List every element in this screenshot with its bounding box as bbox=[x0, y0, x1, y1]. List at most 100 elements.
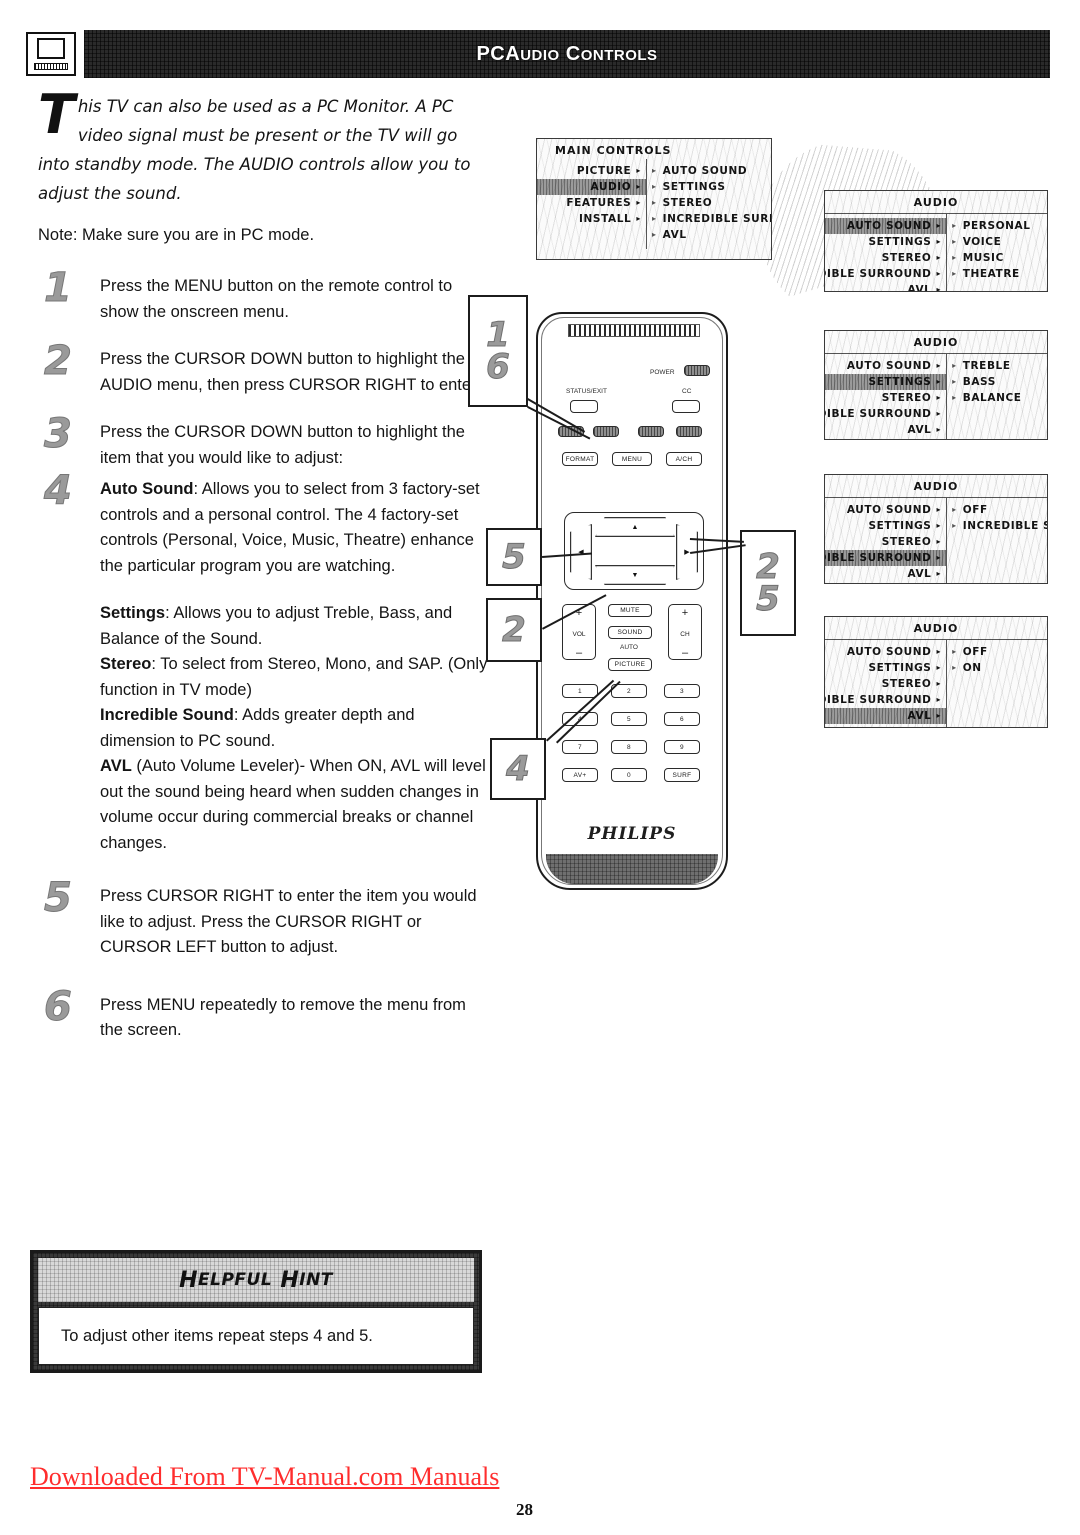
chevron-right-icon: ▸ bbox=[936, 221, 942, 230]
osd-menu-item[interactable]: INCREDIBLE SURROUND ▸ bbox=[825, 406, 946, 422]
osd-menu-item-selected[interactable]: AUTO SOUND ▸ bbox=[825, 218, 946, 234]
step-text: Press the CURSOR DOWN button to highligh… bbox=[100, 423, 465, 467]
key-6-button[interactable]: 6 bbox=[664, 712, 700, 726]
intro-text: his TV can also be used as a PC Monitor.… bbox=[38, 97, 471, 203]
osd-item-label: STEREO bbox=[881, 536, 932, 548]
osd-menu-item[interactable]: AUTO SOUND ▸ bbox=[825, 358, 946, 374]
step-number: 3 bbox=[44, 411, 73, 457]
feature-button-4[interactable] bbox=[676, 426, 702, 437]
osd-submenu-item[interactable]: ▸ AUTO SOUND bbox=[647, 163, 771, 179]
osd-menu-item-selected[interactable]: AVL ▸ bbox=[825, 708, 946, 724]
cc-button[interactable] bbox=[672, 400, 700, 413]
osd-menu-item[interactable]: AUTO SOUND ▸ bbox=[825, 502, 946, 518]
osd-audio-avl: AUDIO AUTO SOUND ▸ SETTINGS ▸ STEREO ▸ INCR… bbox=[824, 616, 1048, 728]
step-text: Press the CURSOR DOWN button to highligh… bbox=[100, 350, 481, 394]
definition-term: AVL bbox=[100, 757, 132, 775]
osd-submenu-item[interactable]: ▸ MUSIC bbox=[947, 250, 1047, 266]
volume-rocker[interactable]: + VOL – bbox=[562, 604, 596, 660]
key-5-button[interactable]: 5 bbox=[611, 712, 647, 726]
osd-menu-item[interactable]: STEREO ▸ bbox=[825, 390, 946, 406]
osd-submenu-item[interactable]: ▸ ON bbox=[947, 660, 1047, 676]
callout-digit: 5 bbox=[756, 579, 781, 619]
step-text: Auto Sound: Allows you to select from 3 … bbox=[100, 477, 488, 579]
intro-dropcap: T bbox=[38, 83, 75, 146]
osd-menu-item[interactable]: INCREDIBLE SURROUND ▸ bbox=[825, 692, 946, 708]
osd-menu-item[interactable]: STEREO ▸ bbox=[825, 534, 946, 550]
osd-menu-item[interactable]: FEATURES ▸ bbox=[537, 195, 646, 211]
osd-menu-item[interactable]: STEREO ▸ bbox=[825, 250, 946, 266]
osd-menu-item[interactable]: AVL ▸ bbox=[825, 282, 946, 291]
osd-menu-item[interactable]: AVL ▸ bbox=[825, 566, 946, 582]
osd-item-label: AVL bbox=[907, 710, 932, 722]
osd-menu-item[interactable]: PICTURE ▸ bbox=[537, 163, 646, 179]
chevron-right-icon: ▸ bbox=[936, 377, 942, 386]
chevron-right-icon: ▸ bbox=[952, 253, 957, 262]
osd-menu-item-selected[interactable]: INCREDIBLE SURROUND ▸ bbox=[825, 550, 946, 566]
osd-submenu-item[interactable]: ▸ INCREDIBLE SURROUND bbox=[947, 518, 1047, 534]
osd-item-label: AUTO SOUND bbox=[846, 360, 932, 372]
intro-note: Note: Make sure you are in PC mode. bbox=[38, 226, 315, 244]
osd-right-column: ▸ AUTO SOUND ▸ SETTINGS ▸ STEREO ▸ INCREDIBL… bbox=[647, 159, 771, 249]
osd-left-column: AUTO SOUND ▸ SETTINGS ▸ STEREO ▸ INCREDIBLE… bbox=[825, 354, 948, 439]
key-9-button[interactable]: 9 bbox=[664, 740, 700, 754]
osd-menu-item[interactable]: AUTO SOUND ▸ bbox=[825, 644, 946, 660]
osd-submenu-item[interactable]: ▸ SETTINGS bbox=[647, 179, 771, 195]
osd-submenu-item[interactable]: ▸ OFF bbox=[947, 502, 1047, 518]
title-controls-cap: C bbox=[565, 42, 581, 65]
osd-submenu-item[interactable]: ▸ STEREO bbox=[647, 195, 771, 211]
chevron-right-icon: ▸ bbox=[952, 361, 957, 370]
osd-menu-item[interactable]: STEREO ▸ bbox=[825, 676, 946, 692]
osd-item-label: STEREO bbox=[881, 252, 932, 264]
osd-menu-item-selected[interactable]: SETTINGS ▸ bbox=[825, 374, 946, 390]
mute-button[interactable]: MUTE bbox=[608, 604, 652, 617]
osd-item-label: SETTINGS bbox=[662, 181, 726, 193]
feature-button-3[interactable] bbox=[638, 426, 664, 437]
download-source-link[interactable]: Downloaded From TV-Manual.com Manuals bbox=[30, 1462, 499, 1492]
key-2-button[interactable]: 2 bbox=[611, 684, 647, 698]
menu-button[interactable]: MENU bbox=[612, 452, 652, 466]
power-button[interactable] bbox=[684, 365, 710, 376]
key-7-button[interactable]: 7 bbox=[562, 740, 598, 754]
osd-submenu-item[interactable]: ▸ THEATRE bbox=[947, 266, 1047, 282]
osd-submenu-item[interactable]: ▸ BASS bbox=[947, 374, 1047, 390]
steps-list: 1 Press the MENU button on the remote co… bbox=[38, 268, 488, 579]
osd-menu-item[interactable]: INSTALL ▸ bbox=[537, 211, 646, 227]
surf-button[interactable]: SURF bbox=[664, 768, 700, 782]
picture-button[interactable]: PICTURE bbox=[608, 658, 652, 671]
format-button[interactable]: FORMAT bbox=[562, 452, 598, 466]
definition-text: : To select from Stereo, Mono, and SAP. … bbox=[100, 655, 488, 699]
osd-submenu-item[interactable]: ▸ VOICE bbox=[947, 234, 1047, 250]
cursor-down-button[interactable]: ▼ bbox=[595, 565, 675, 585]
chevron-right-icon: ▸ bbox=[952, 505, 957, 514]
osd-menu-item[interactable]: SETTINGS ▸ bbox=[825, 660, 946, 676]
auto-label: AUTO bbox=[620, 644, 638, 651]
osd-submenu-item[interactable]: ▸ BALANCE bbox=[947, 390, 1047, 406]
channel-rocker[interactable]: + CH – bbox=[668, 604, 702, 660]
osd-submenu-item[interactable]: ▸ INCREDIBLE SURROUND bbox=[647, 211, 771, 227]
osd-submenu-item[interactable]: ▸ AVL bbox=[647, 227, 771, 243]
key-0-button[interactable]: 0 bbox=[611, 768, 647, 782]
feature-button-2[interactable] bbox=[593, 426, 619, 437]
osd-menu-item[interactable]: INCREDIBLE SURROUND ▸ bbox=[825, 266, 946, 282]
osd-left-column: AUTO SOUND ▸ SETTINGS ▸ STEREO ▸ INCREDIBLE… bbox=[825, 640, 948, 727]
key-8-button[interactable]: 8 bbox=[611, 740, 647, 754]
sound-button[interactable]: SOUND bbox=[608, 626, 652, 639]
chevron-right-icon: ▸ bbox=[636, 198, 641, 207]
osd-submenu-item[interactable]: ▸ TREBLE bbox=[947, 358, 1047, 374]
osd-menu-item[interactable]: SETTINGS ▸ bbox=[825, 234, 946, 250]
cursor-up-button[interactable]: ▲ bbox=[595, 517, 675, 537]
key-3-button[interactable]: 3 bbox=[664, 684, 700, 698]
osd-main-controls: MAIN CONTROLS PICTURE ▸ AUDIO ▸ FEATURES ▸ … bbox=[536, 138, 772, 260]
osd-menu-item-selected[interactable]: AUDIO ▸ bbox=[537, 179, 646, 195]
key-1-button[interactable]: 1 bbox=[562, 684, 598, 698]
helpful-hint-box: H ELPFUL H INT To adjust other items repea… bbox=[30, 1250, 482, 1373]
osd-submenu-item[interactable]: ▸ PERSONAL bbox=[947, 218, 1047, 234]
hint-title-h2: H bbox=[280, 1267, 300, 1293]
status-exit-button[interactable] bbox=[570, 400, 598, 413]
osd-submenu-item[interactable]: ▸ OFF bbox=[947, 644, 1047, 660]
ach-button[interactable]: A/CH bbox=[666, 452, 702, 466]
osd-menu-item[interactable]: AVL ▸ bbox=[825, 422, 946, 438]
step-item: 3 Press the CURSOR DOWN button to highli… bbox=[38, 414, 488, 471]
osd-menu-item[interactable]: SETTINGS ▸ bbox=[825, 518, 946, 534]
av-plus-button[interactable]: AV+ bbox=[562, 768, 598, 782]
